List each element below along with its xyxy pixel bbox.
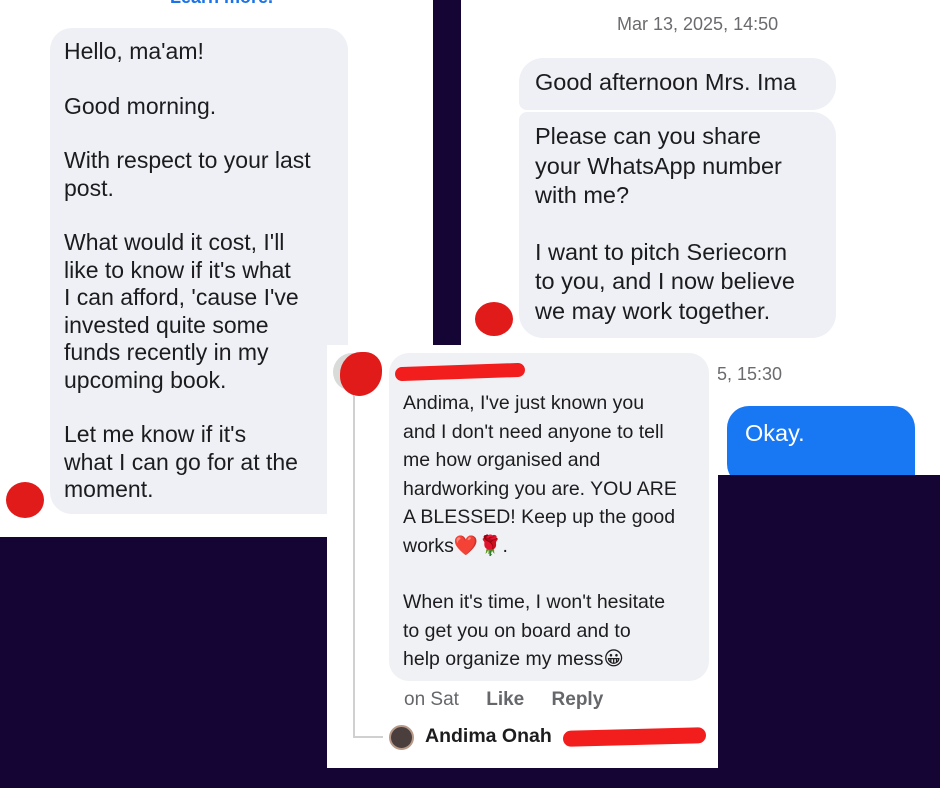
comment-paragraph: When it's time, I won't hesitate to get … [403, 588, 703, 674]
comment-bubble[interactable]: Andima, I've just known you and I don't … [389, 353, 709, 681]
thread-line-branch [353, 736, 383, 738]
comment-line: hardworking you are. YOU ARE [403, 477, 677, 500]
message-text: Okay. [745, 420, 805, 446]
redacted-avatar [475, 302, 513, 336]
comment-line: and I don't need anyone to tell [403, 420, 664, 443]
heart-emoji-icon: ❤️ [453, 534, 479, 557]
sent-message-bubble[interactable]: Okay. [727, 406, 915, 475]
comment-line-end: . [502, 534, 508, 557]
message-paragraph: I want to pitch Seriecorn to you, and I … [535, 238, 795, 324]
message-paragraph: What would it cost, I'll like to know if… [64, 229, 299, 393]
reply-author-avatar[interactable] [389, 725, 414, 750]
comment-line: to get you on board and to [403, 619, 631, 642]
received-message-bubble[interactable]: Please can you share your WhatsApp numbe… [519, 112, 836, 338]
learn-more-link[interactable]: Learn more. [170, 0, 273, 8]
comment-line: help organize my mess [403, 648, 604, 670]
redacted-avatar [340, 352, 382, 396]
message-text: Good afternoon Mrs. Ima [535, 69, 797, 95]
redacted-reply-text [562, 727, 707, 747]
redacted-commenter-name [394, 362, 526, 382]
comment-line: me how organised and [403, 449, 601, 471]
message-timestamp-partial: 5, 15:30 [717, 364, 783, 384]
comment-line: Andima, I've just known you [403, 392, 645, 414]
message-paragraph: Let me know if it's what I can go for at… [64, 421, 298, 502]
comment-line: A BLESSED! Keep up the good [403, 506, 676, 528]
comment-paragraph: Andima, I've just known you and I don't … [403, 389, 703, 560]
smile-emoji-icon: 😀 [603, 648, 624, 670]
reply-author-name[interactable]: Andima Onah [425, 725, 552, 748]
received-message-bubble[interactable]: Good afternoon Mrs. Ima [519, 58, 836, 110]
comment-time: on Sat [404, 689, 459, 710]
comment-actions: on Sat Like Reply [404, 689, 625, 711]
redacted-avatar [6, 482, 44, 518]
comment-panel: Andima, I've just known you and I don't … [327, 345, 718, 768]
comment-line: When it's time, I won't hesitate [403, 591, 666, 613]
message-paragraph: Please can you share your WhatsApp numbe… [535, 123, 782, 208]
message-paragraph: Good morning. [64, 92, 217, 119]
message-paragraph: With respect to your last post. [64, 147, 311, 201]
message-paragraph: Hello, ma'am! [64, 38, 204, 64]
rose-emoji-icon: 🌹 [478, 534, 503, 557]
like-button[interactable]: Like [486, 689, 524, 710]
comment-line: works [403, 534, 454, 557]
received-message-bubble[interactable]: Hello, ma'am! Good morning. With respect… [50, 28, 348, 514]
reply-button[interactable]: Reply [552, 689, 604, 710]
message-timestamp: Mar 13, 2025, 14:50 [617, 14, 779, 34]
thread-line [353, 395, 355, 737]
